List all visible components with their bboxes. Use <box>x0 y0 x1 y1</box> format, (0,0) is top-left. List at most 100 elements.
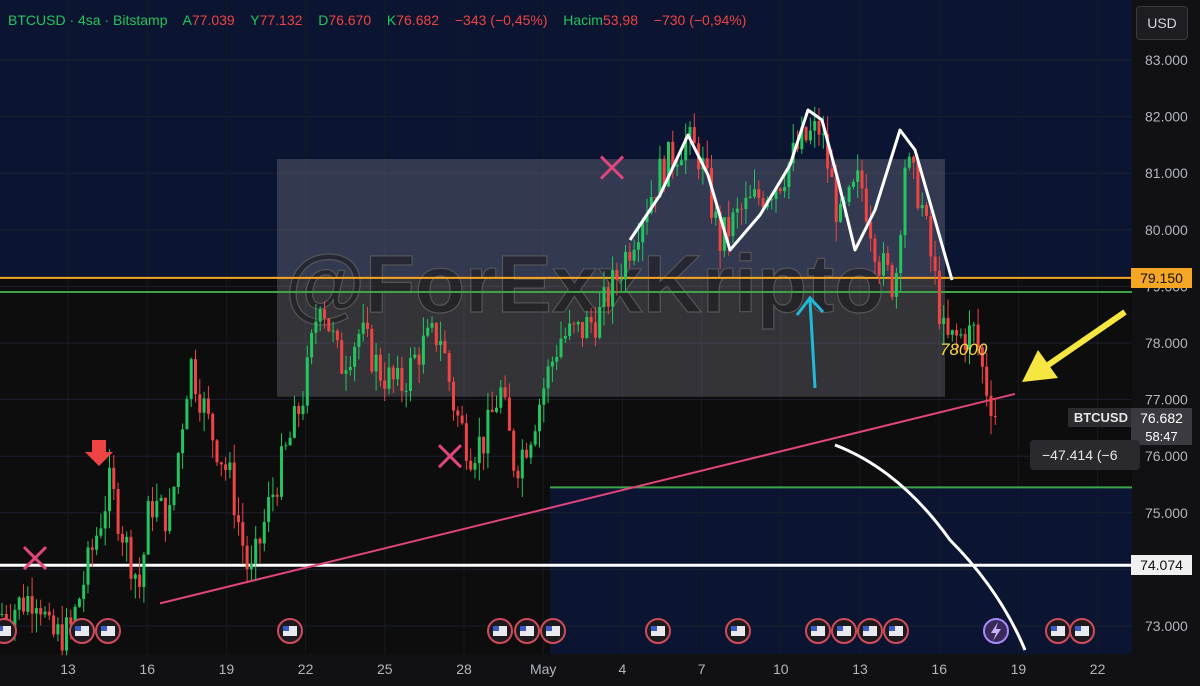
candle-up <box>361 322 365 334</box>
candle-down <box>447 353 451 382</box>
candle-up <box>26 596 30 612</box>
candle-down <box>581 322 584 339</box>
candle-up <box>555 356 559 362</box>
candle-up <box>473 463 477 470</box>
candle-down <box>47 611 51 616</box>
candle-up <box>520 449 524 479</box>
candle-down <box>937 270 941 325</box>
annotation-78000: 78000 <box>940 340 988 359</box>
candle-down <box>211 413 215 441</box>
us-flag-canton <box>731 626 737 631</box>
us-flag-canton <box>546 626 552 631</box>
candle-up <box>598 306 602 338</box>
candle-up <box>714 211 718 218</box>
candle-down <box>335 330 339 341</box>
candle-down <box>400 367 404 392</box>
candle-up <box>808 130 812 141</box>
countdown-pill: 58:47 <box>1131 428 1192 445</box>
candle-up <box>318 309 322 322</box>
candle-up <box>882 253 885 276</box>
candle-up <box>292 406 296 438</box>
candle-down <box>740 208 744 210</box>
candle-up <box>619 279 623 281</box>
candle-up <box>82 584 86 600</box>
candle-up <box>568 323 572 336</box>
candle-up <box>202 398 206 413</box>
orange-level-pill: 79.150 <box>1131 268 1192 288</box>
candle-down <box>955 330 959 336</box>
interval-label[interactable]: 4sa <box>78 12 101 28</box>
candle-up <box>413 354 417 358</box>
x-tick-label: 28 <box>456 661 472 677</box>
candle-down <box>30 596 34 614</box>
candle-down <box>469 460 473 470</box>
candle-down <box>297 406 301 415</box>
ohlc-header: BTCUSD · 4sa · Bitstamp A77.039 Y77.132 … <box>8 12 747 28</box>
candle-up <box>168 505 172 532</box>
candle-up <box>559 338 563 357</box>
candle-up <box>495 407 498 412</box>
candle-up <box>86 547 90 585</box>
candle-down <box>129 536 133 579</box>
candle-down <box>864 188 868 222</box>
symbol-label[interactable]: BTCUSD <box>8 12 66 28</box>
candle-up <box>624 251 627 280</box>
candle-down <box>572 323 576 325</box>
x-tick-label: 19 <box>1011 661 1027 677</box>
candle-up <box>439 340 443 345</box>
us-flag-canton <box>520 626 526 631</box>
candle-down <box>39 608 43 615</box>
candle-down <box>366 322 369 329</box>
candle-down <box>378 354 382 381</box>
candle-down <box>873 238 877 262</box>
candle-up <box>0 613 4 615</box>
candle-up <box>735 208 739 213</box>
candle-up <box>477 436 481 464</box>
candle-up <box>271 494 275 498</box>
us-flag-canton <box>101 626 107 631</box>
candle-up <box>847 186 851 202</box>
candle-down <box>860 170 864 189</box>
candle-up <box>942 317 946 325</box>
candle-up <box>267 497 271 522</box>
candle-down <box>52 615 56 635</box>
y-tick-label: 83.000 <box>1145 52 1188 68</box>
y-tick-label: 76.000 <box>1145 448 1188 464</box>
us-flag-canton <box>75 626 81 631</box>
candle-up <box>95 535 99 550</box>
open-label: A <box>182 12 192 28</box>
currency-button[interactable]: USD <box>1136 6 1188 40</box>
candle-up <box>262 521 266 544</box>
candle-down <box>22 597 25 612</box>
candle-up <box>56 624 60 635</box>
candle-up <box>550 361 554 367</box>
candle-down <box>452 381 455 411</box>
y-tick-label: 78.000 <box>1145 335 1188 351</box>
x-tick-label: 7 <box>698 661 706 677</box>
y-tick-label: 82.000 <box>1145 109 1188 125</box>
price-chart: 83.00082.00081.00080.00079.00078.00077.0… <box>0 0 1200 686</box>
us-flag-canton <box>863 626 869 631</box>
candle-up <box>529 444 533 458</box>
candle-up <box>314 321 318 333</box>
candle-up <box>636 242 640 250</box>
candle-down <box>198 394 202 413</box>
candle-down <box>916 162 920 209</box>
candle-up <box>99 528 103 536</box>
candle-down <box>516 470 520 479</box>
candle-up <box>189 359 193 399</box>
candle-up <box>744 197 748 210</box>
candle-up <box>486 409 490 454</box>
x-tick-label: 13 <box>60 661 76 677</box>
us-flag-canton <box>651 626 657 631</box>
candle-down <box>112 467 116 490</box>
candle-up <box>133 574 137 579</box>
candle-up <box>576 322 580 325</box>
volume-value: 53,98 <box>602 12 638 28</box>
candle-down <box>946 317 950 335</box>
candle-up <box>185 398 189 430</box>
volume-change: −730 (−0,94%) <box>653 12 747 28</box>
us-flag-canton <box>1075 626 1081 631</box>
close-label: K <box>386 12 397 28</box>
candle-up <box>542 388 546 405</box>
